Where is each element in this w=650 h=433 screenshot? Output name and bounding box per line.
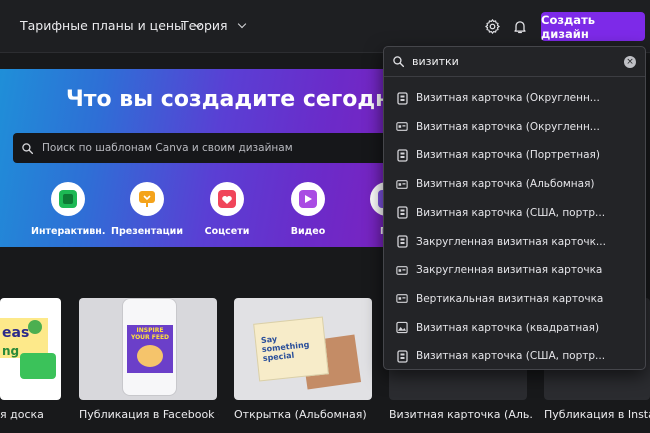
- card-art: [20, 353, 56, 379]
- suggestion-label: Закругленная визитная карточка: [416, 264, 603, 277]
- card-portrait-icon: [396, 91, 408, 105]
- search-suggestions-dropdown: визитки × Визитная карточка (Округленн..…: [383, 46, 646, 370]
- category-interactive[interactable]: Интерактивн...: [31, 182, 105, 237]
- heart-icon: [218, 190, 236, 208]
- suggestion-label: Визитная карточка (Округленн...: [416, 120, 600, 133]
- category-label: Соцсети: [204, 226, 250, 237]
- suggestion-label: Визитная карточка (США, портр...: [416, 350, 606, 363]
- card-art: [28, 320, 42, 334]
- template-label: Публикация в Instag: [544, 408, 650, 421]
- card-portrait-icon: [396, 149, 408, 162]
- card-art: [137, 345, 163, 367]
- suggestion-item[interactable]: Визитная карточка (Округленн...: [384, 84, 645, 112]
- search-icon: [393, 56, 405, 68]
- category-label: Интерактивн...: [31, 226, 105, 237]
- suggestion-item[interactable]: Закругленная визитная карточка: [384, 256, 645, 284]
- suggestion-label: Визитная карточка (Портретная): [416, 149, 600, 162]
- suggestion-item[interactable]: Визитная карточка (США, портр...: [384, 342, 645, 370]
- search-placeholder: Поиск по шаблонам Canva и своим дизайнам: [42, 142, 293, 154]
- suggestion-label: Визитная карточка (квадратная): [416, 321, 600, 334]
- suggestion-label: Визитная карточка (Альбомная): [416, 178, 595, 191]
- hero-banner: Что вы создадите сегодня? Поиск по шабло…: [0, 69, 390, 247]
- video-icon: [299, 190, 317, 208]
- card-portrait-icon: [396, 235, 408, 248]
- category-video[interactable]: Видео: [271, 182, 345, 237]
- card-landscape-icon: [396, 121, 408, 133]
- hero-title: Что вы создадите сегодня?: [66, 87, 390, 112]
- template-label: Открытка (Альбомная): [234, 408, 367, 421]
- presentation-icon: [139, 191, 155, 207]
- chevron-down-icon: [237, 19, 246, 28]
- card-art-text: Say something special: [260, 334, 310, 363]
- template-label: я доска: [0, 408, 44, 421]
- suggestion-item[interactable]: Визитная карточка (квадратная): [384, 314, 645, 342]
- notifications-bell-icon[interactable]: [508, 14, 532, 38]
- category-partial[interactable]: [0, 182, 19, 216]
- interactive-icon: [59, 190, 77, 208]
- create-design-button[interactable]: Создать дизайн: [541, 12, 645, 41]
- template-card-facebook[interactable]: INSPIRE YOUR FEED: [79, 298, 217, 400]
- suggestion-item[interactable]: Визитная карточка (Портретная): [384, 141, 645, 169]
- suggestion-item[interactable]: Вертикальная визитная карточка: [384, 285, 645, 313]
- category-label: Видео: [290, 226, 326, 237]
- card-art-text: eas: [2, 325, 30, 341]
- category-social[interactable]: Соцсети: [190, 182, 264, 237]
- template-label: Публикация в Facebook (...: [79, 408, 219, 421]
- settings-gear-icon[interactable]: [480, 14, 504, 38]
- card-art-text: ng: [2, 344, 20, 358]
- card-portrait-icon: [396, 206, 408, 219]
- canva-home-page: Тарифные планы и цены Теория Создать диз…: [0, 0, 650, 433]
- image-icon: [396, 321, 408, 334]
- card-portrait-icon: [396, 350, 408, 363]
- card-landscape-icon: [396, 178, 408, 190]
- category-circle: [51, 182, 85, 216]
- clear-search-icon[interactable]: ×: [624, 56, 636, 68]
- suggestion-label: Визитная карточка (США, портр...: [416, 206, 606, 219]
- nav-theory-dropdown[interactable]: Теория: [181, 18, 246, 33]
- dropdown-search-input[interactable]: визитки ×: [384, 47, 645, 77]
- phone-mockup: INSPIRE YOUR FEED: [122, 298, 177, 396]
- suggestion-label: Закругленная визитная карточк...: [416, 235, 606, 248]
- template-label: Визитная карточка (Аль...: [389, 408, 534, 421]
- search-icon: [22, 142, 34, 154]
- suggestion-item[interactable]: Визитная карточка (Округленн...: [384, 113, 645, 141]
- category-circle: [130, 182, 164, 216]
- nav-pricing-dropdown[interactable]: Тарифные планы и цены: [20, 18, 203, 33]
- postcard: Say something special: [253, 316, 329, 382]
- suggestion-item[interactable]: Визитная карточка (США, портр...: [384, 199, 645, 227]
- nav-theory-label: Теория: [181, 18, 228, 33]
- category-circle: [210, 182, 244, 216]
- category-circle: [291, 182, 325, 216]
- card-landscape-icon: [396, 293, 408, 305]
- suggestion-item[interactable]: Визитная карточка (Альбомная): [384, 170, 645, 198]
- category-label: Презентации: [111, 226, 183, 237]
- template-card-whiteboard[interactable]: eas ng: [0, 298, 61, 400]
- template-search-input[interactable]: Поиск по шаблонам Canva и своим дизайнам: [13, 133, 390, 163]
- search-query-value: визитки: [412, 55, 459, 68]
- nav-pricing-label: Тарифные планы и цены: [20, 18, 184, 33]
- category-presentations[interactable]: Презентации: [110, 182, 184, 237]
- card-landscape-icon: [396, 264, 408, 276]
- suggestion-item[interactable]: Закругленная визитная карточк...: [384, 228, 645, 256]
- suggestion-label: Визитная карточка (Округленн...: [416, 92, 600, 104]
- card-art-text: INSPIRE YOUR FEED: [130, 327, 170, 341]
- suggestion-label: Вертикальная визитная карточка: [416, 292, 604, 305]
- template-card-postcard[interactable]: Say something special: [234, 298, 372, 400]
